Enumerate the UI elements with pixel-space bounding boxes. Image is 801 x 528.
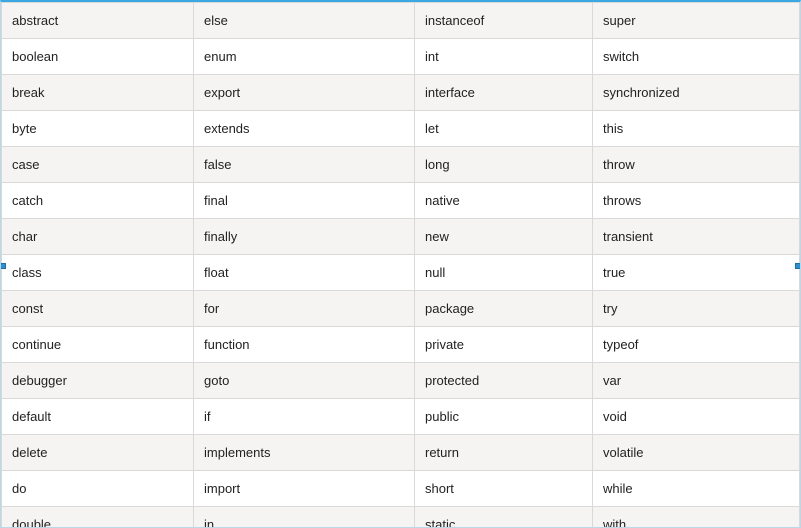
- keyword-cell: import: [194, 471, 415, 507]
- table-row: deleteimplementsreturnvolatile: [2, 435, 800, 471]
- keyword-cell: const: [2, 291, 194, 327]
- keyword-cell: true: [593, 255, 800, 291]
- table-row: constforpackagetry: [2, 291, 800, 327]
- keyword-cell: case: [2, 147, 194, 183]
- keyword-cell: export: [194, 75, 415, 111]
- keyword-cell: volatile: [593, 435, 800, 471]
- table-row: defaultifpublicvoid: [2, 399, 800, 435]
- keyword-cell: native: [415, 183, 593, 219]
- keyword-cell: super: [593, 3, 800, 39]
- keyword-cell: break: [2, 75, 194, 111]
- keyword-cell: double: [2, 507, 194, 528]
- keyword-cell: enum: [194, 39, 415, 75]
- keyword-cell: boolean: [2, 39, 194, 75]
- keyword-cell: var: [593, 363, 800, 399]
- keyword-cell: void: [593, 399, 800, 435]
- keyword-table: abstractelseinstanceofsuperbooleanenumin…: [1, 2, 800, 528]
- keyword-cell: false: [194, 147, 415, 183]
- keyword-cell: throw: [593, 147, 800, 183]
- table-row: continuefunctionprivatetypeof: [2, 327, 800, 363]
- keyword-cell: do: [2, 471, 194, 507]
- keyword-table-frame: abstractelseinstanceofsuperbooleanenumin…: [0, 0, 801, 528]
- keyword-cell: package: [415, 291, 593, 327]
- table-row: casefalselongthrow: [2, 147, 800, 183]
- keyword-cell: int: [415, 39, 593, 75]
- keyword-cell: char: [2, 219, 194, 255]
- keyword-cell: extends: [194, 111, 415, 147]
- keyword-cell: while: [593, 471, 800, 507]
- keyword-cell: in: [194, 507, 415, 528]
- keyword-cell: public: [415, 399, 593, 435]
- keyword-cell: debugger: [2, 363, 194, 399]
- keyword-cell: for: [194, 291, 415, 327]
- keyword-cell: static: [415, 507, 593, 528]
- keyword-cell: long: [415, 147, 593, 183]
- keyword-cell: byte: [2, 111, 194, 147]
- keyword-cell: final: [194, 183, 415, 219]
- keyword-cell: if: [194, 399, 415, 435]
- table-row: debuggergotoprotectedvar: [2, 363, 800, 399]
- keyword-cell: with: [593, 507, 800, 528]
- keyword-cell: else: [194, 3, 415, 39]
- keyword-cell: short: [415, 471, 593, 507]
- keyword-cell: delete: [2, 435, 194, 471]
- keyword-cell: return: [415, 435, 593, 471]
- table-row: booleanenumintswitch: [2, 39, 800, 75]
- keyword-cell: private: [415, 327, 593, 363]
- keyword-cell: protected: [415, 363, 593, 399]
- keyword-cell: synchronized: [593, 75, 800, 111]
- keyword-cell: new: [415, 219, 593, 255]
- keyword-cell: abstract: [2, 3, 194, 39]
- keyword-cell: let: [415, 111, 593, 147]
- table-row: charfinallynewtransient: [2, 219, 800, 255]
- keyword-cell: float: [194, 255, 415, 291]
- keyword-cell: catch: [2, 183, 194, 219]
- keyword-cell: function: [194, 327, 415, 363]
- selection-handle-left[interactable]: [0, 263, 6, 269]
- keyword-cell: try: [593, 291, 800, 327]
- keyword-cell: class: [2, 255, 194, 291]
- keyword-cell: continue: [2, 327, 194, 363]
- keyword-cell: default: [2, 399, 194, 435]
- keyword-cell: null: [415, 255, 593, 291]
- keyword-cell: interface: [415, 75, 593, 111]
- table-row: doubleinstaticwith: [2, 507, 800, 528]
- table-row: catchfinalnativethrows: [2, 183, 800, 219]
- keyword-cell: switch: [593, 39, 800, 75]
- table-row: byteextendsletthis: [2, 111, 800, 147]
- table-row: breakexportinterfacesynchronized: [2, 75, 800, 111]
- keyword-cell: this: [593, 111, 800, 147]
- selection-handle-right[interactable]: [795, 263, 801, 269]
- table-row: doimportshortwhile: [2, 471, 800, 507]
- table-row: classfloatnulltrue: [2, 255, 800, 291]
- keyword-cell: throws: [593, 183, 800, 219]
- keyword-cell: finally: [194, 219, 415, 255]
- keyword-cell: implements: [194, 435, 415, 471]
- keyword-cell: goto: [194, 363, 415, 399]
- table-row: abstractelseinstanceofsuper: [2, 3, 800, 39]
- keyword-cell: typeof: [593, 327, 800, 363]
- keyword-cell: instanceof: [415, 3, 593, 39]
- keyword-cell: transient: [593, 219, 800, 255]
